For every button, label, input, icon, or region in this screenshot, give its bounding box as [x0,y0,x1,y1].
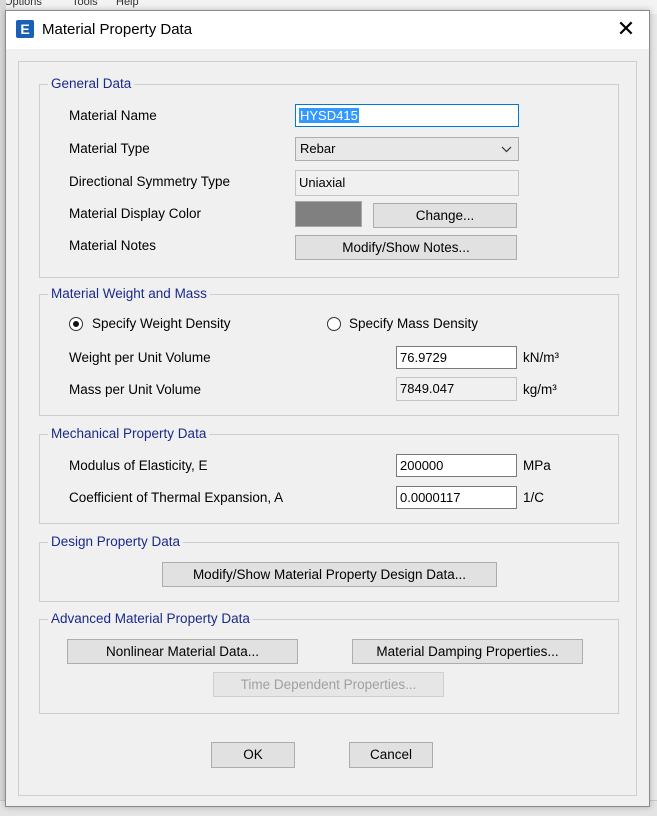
material-name-input[interactable]: HYSD415 [295,104,519,127]
time-dependent-properties-button: Time Dependent Properties... [213,672,444,697]
material-type-select[interactable]: Rebar [295,137,519,161]
material-type-value: Rebar [300,141,336,156]
general-data-group: General Data Material Name HYSD415 Mater… [39,76,619,278]
display-color-label: Material Display Color [69,206,202,221]
dialog-content: General Data Material Name HYSD415 Mater… [18,61,637,796]
change-color-button[interactable]: Change... [373,203,517,228]
material-name-label: Material Name [69,108,157,123]
material-type-label: Material Type [69,141,150,156]
material-damping-properties-button[interactable]: Material Damping Properties... [352,639,583,664]
weight-unit: kN/m³ [523,350,559,365]
modulus-elasticity-input[interactable]: 200000 [396,454,517,477]
mechanical-property-title: Mechanical Property Data [48,426,210,441]
directional-symmetry-field: Uniaxial [295,170,519,196]
mass-per-volume-label: Mass per Unit Volume [69,382,202,397]
display-color-swatch [295,201,362,227]
title-bar: E Material Property Data ✕ [6,11,649,49]
advanced-property-title: Advanced Material Property Data [48,611,253,626]
weight-density-radio[interactable] [69,317,83,331]
thermal-expansion-label: Coefficient of Thermal Expansion, A [69,490,284,505]
mechanical-property-group: Mechanical Property Data Modulus of Elas… [39,426,619,524]
modify-show-design-data-button[interactable]: Modify/Show Material Property Design Dat… [162,562,497,587]
modulus-unit: MPa [523,458,551,473]
modulus-elasticity-label: Modulus of Elasticity, E [69,458,208,473]
weight-per-volume-input[interactable]: 76.9729 [396,346,517,369]
ok-button[interactable]: OK [211,742,295,768]
weight-mass-group: Material Weight and Mass Specify Weight … [39,286,619,416]
directional-symmetry-label: Directional Symmetry Type [69,174,231,189]
mass-density-label[interactable]: Specify Mass Density [349,316,478,331]
design-property-title: Design Property Data [48,534,184,549]
background-menu-help: Help [116,0,139,8]
general-data-title: General Data [48,76,135,91]
nonlinear-material-data-button[interactable]: Nonlinear Material Data... [67,639,298,664]
mass-per-volume-field: 7849.047 [396,377,517,401]
cancel-button[interactable]: Cancel [349,742,433,768]
background-menu-tools: Tools [72,0,98,8]
material-notes-label: Material Notes [69,238,157,253]
modify-show-notes-button[interactable]: Modify/Show Notes... [295,235,517,260]
weight-mass-title: Material Weight and Mass [48,286,210,301]
app-icon: E [16,20,34,38]
weight-per-volume-label: Weight per Unit Volume [69,350,211,365]
mass-density-radio[interactable] [327,317,341,331]
mass-unit: kg/m³ [523,382,557,397]
background-menu-options: Options [4,0,42,8]
chevron-down-icon [501,138,512,168]
material-name-value: HYSD415 [299,108,359,123]
thermal-unit: 1/C [523,490,545,505]
thermal-expansion-input[interactable]: 0.0000117 [396,486,517,509]
design-property-group: Design Property Data Modify/Show Materia… [39,534,619,602]
dialog-title: Material Property Data [42,21,193,38]
advanced-property-group: Advanced Material Property Data Nonlinea… [39,611,619,714]
material-property-dialog: E Material Property Data ✕ General Data … [5,10,650,807]
weight-density-label[interactable]: Specify Weight Density [92,316,231,331]
close-button[interactable]: ✕ [603,11,649,49]
